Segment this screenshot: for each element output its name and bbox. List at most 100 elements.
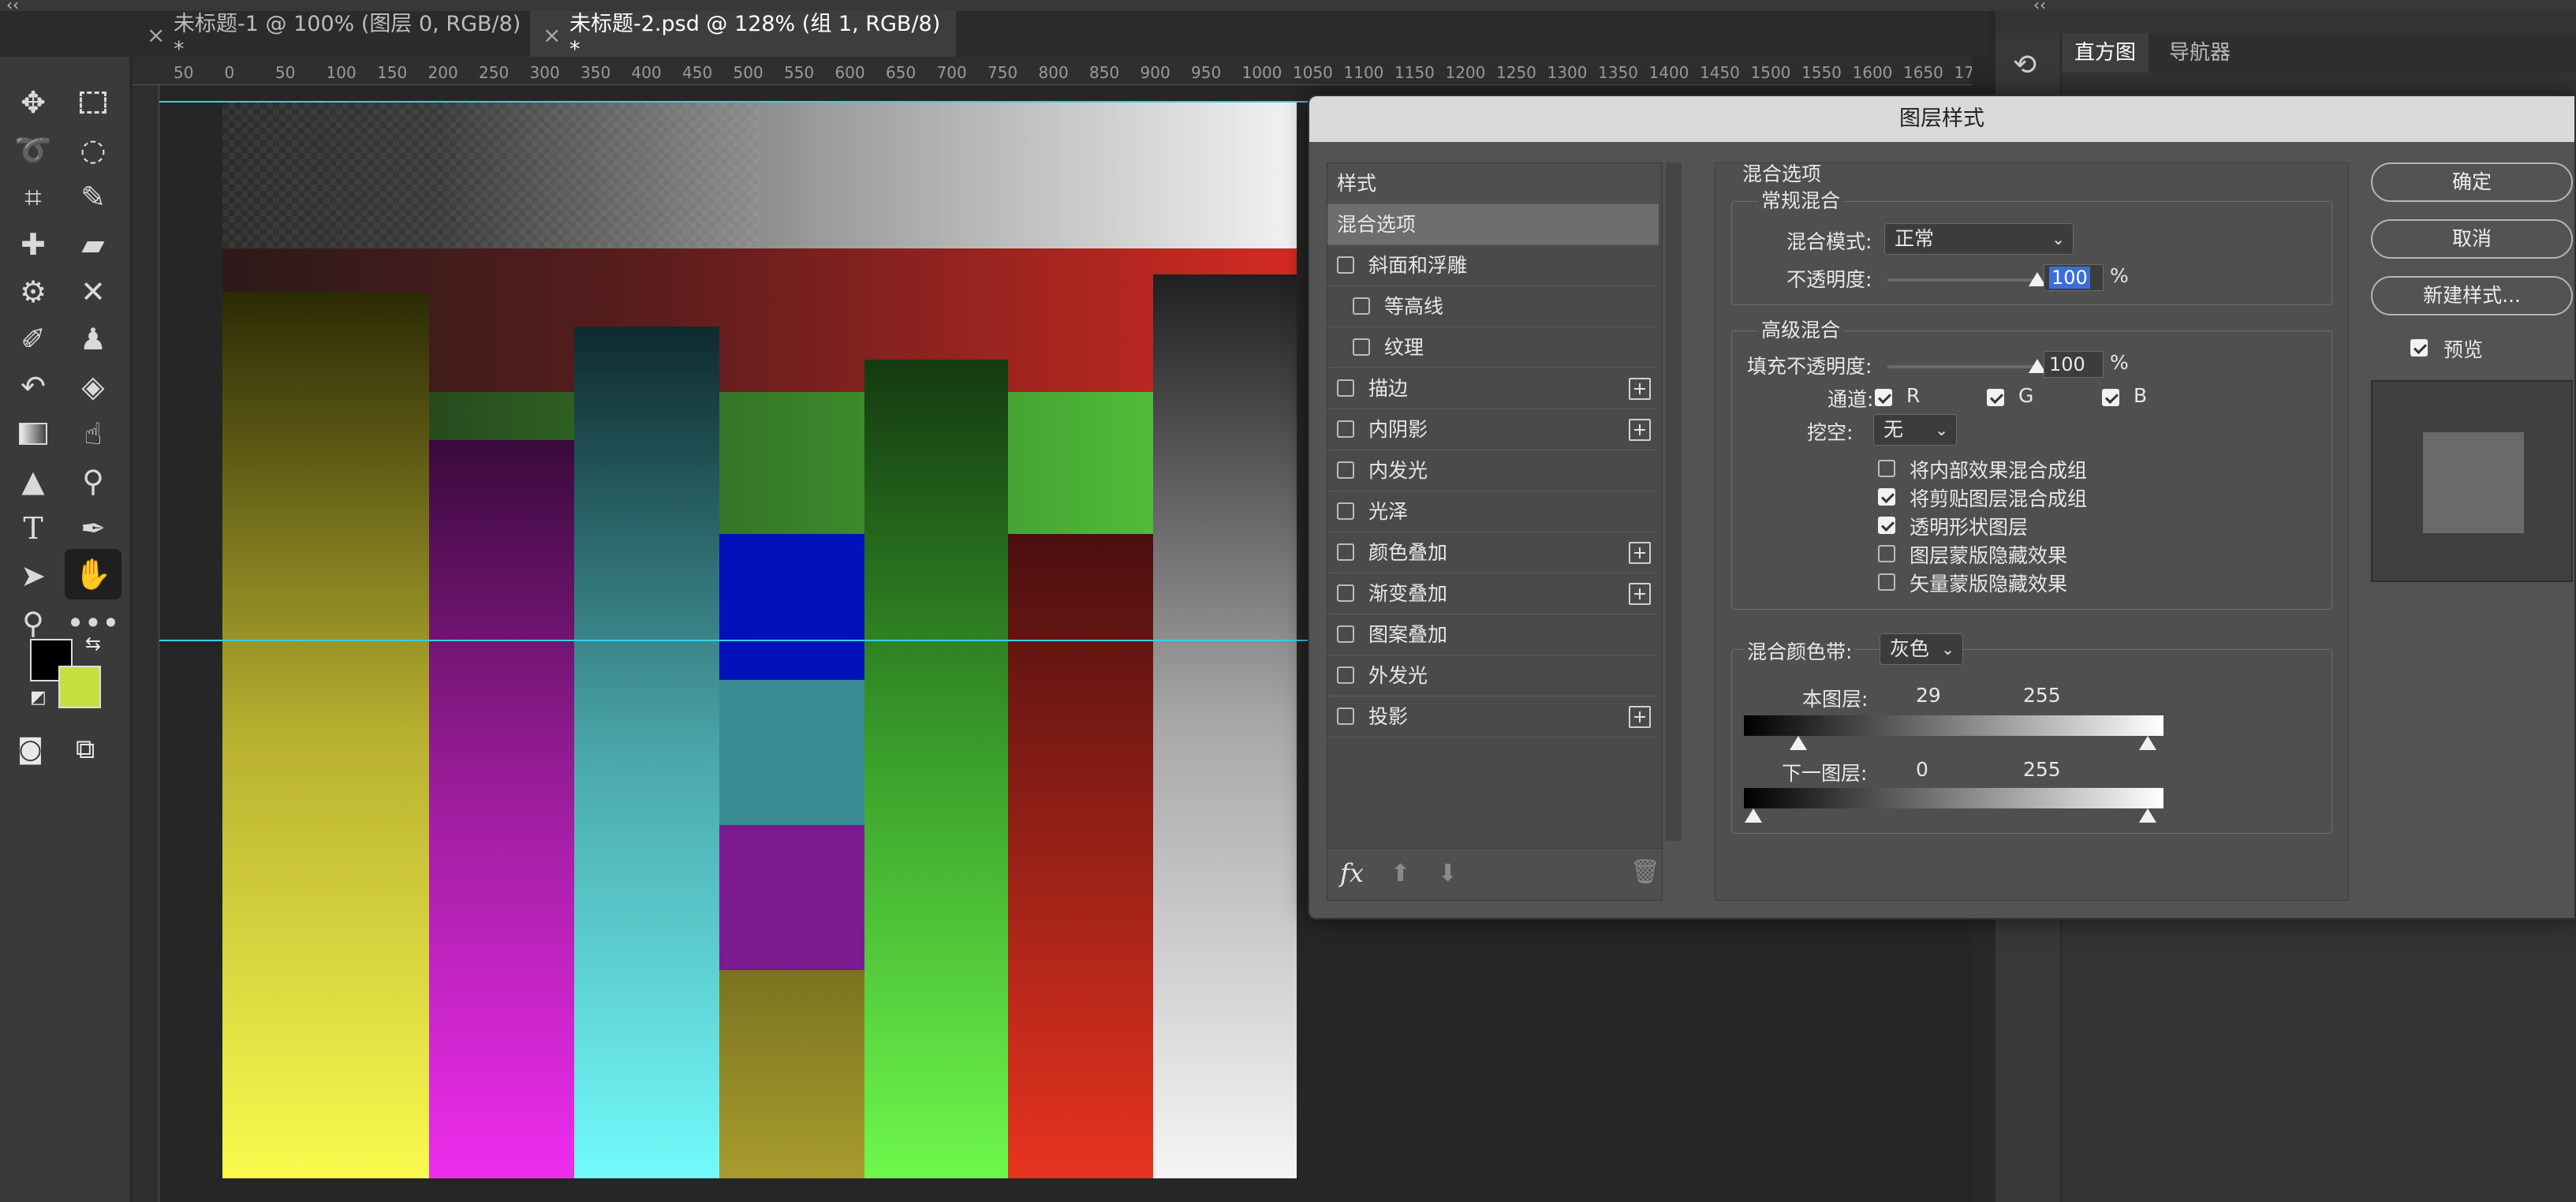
- cancel-button[interactable]: 取消: [2371, 219, 2573, 259]
- text-icon[interactable]: T: [9, 506, 57, 551]
- smudge-icon[interactable]: ☝: [69, 412, 117, 456]
- move-up-icon[interactable]: ⬆: [1391, 860, 1410, 887]
- quick-select-icon[interactable]: ◌: [69, 128, 117, 172]
- this-layer-low-value: 29: [1916, 684, 1941, 707]
- tab-untitled-1[interactable]: × 未标题-1 @ 100% (图层 0, RGB/8) *: [134, 11, 527, 62]
- add-style-icon[interactable]: [1629, 542, 1651, 564]
- preview-checkbox[interactable]: [2410, 339, 2428, 356]
- channel-b-checkbox[interactable]: [2102, 389, 2119, 406]
- style-item[interactable]: 外发光: [1327, 655, 1659, 696]
- fill-opacity-input[interactable]: 100: [2044, 351, 2104, 378]
- swap-colors-icon[interactable]: ⇆: [85, 633, 101, 655]
- opacity-slider[interactable]: [1887, 278, 2037, 282]
- pen-icon[interactable]: ✒: [69, 506, 117, 551]
- blend-mode-select[interactable]: 正常 ⌄: [1884, 223, 2074, 255]
- style-item[interactable]: 等高线: [1327, 286, 1659, 327]
- blend-option-checkbox[interactable]: [1878, 488, 1895, 506]
- eyedropper-icon[interactable]: ✎: [69, 175, 117, 219]
- history-icon[interactable]: ⟲: [2013, 49, 2037, 81]
- style-item[interactable]: 光泽: [1327, 491, 1659, 532]
- hand-icon[interactable]: ✋: [65, 549, 121, 599]
- history-brush-icon[interactable]: ↶: [9, 364, 57, 409]
- gradient-icon[interactable]: [9, 412, 57, 456]
- close-icon[interactable]: ×: [543, 22, 561, 48]
- ok-button[interactable]: 确定: [2371, 162, 2573, 202]
- style-checkbox[interactable]: [1337, 707, 1354, 725]
- style-item[interactable]: 描边: [1327, 368, 1659, 409]
- background-color-swatch[interactable]: [58, 666, 101, 708]
- style-checkbox[interactable]: [1353, 338, 1370, 356]
- fx-icon[interactable]: fx: [1340, 858, 1364, 888]
- style-checkbox[interactable]: [1353, 297, 1370, 315]
- blend-option-checkbox[interactable]: [1878, 517, 1895, 534]
- fill-opacity-slider[interactable]: [1887, 365, 2037, 368]
- add-style-icon[interactable]: [1629, 706, 1651, 728]
- move-icon[interactable]: ✥: [9, 80, 57, 125]
- crop-icon[interactable]: ⌗: [9, 175, 57, 219]
- move-down-icon[interactable]: ⬇: [1438, 860, 1458, 887]
- healing-icon[interactable]: ✚: [9, 222, 57, 267]
- add-style-icon[interactable]: [1629, 378, 1651, 400]
- blend-option-checkbox[interactable]: [1878, 460, 1895, 477]
- underlying-low-thumb[interactable]: [1745, 808, 1771, 823]
- path-select-icon[interactable]: ➤: [9, 554, 57, 598]
- underlying-high-thumb[interactable]: [2139, 808, 2165, 823]
- screen-mode-icon[interactable]: ⧉: [76, 734, 95, 765]
- channel-g-checkbox[interactable]: [1987, 389, 2004, 406]
- this-layer-low-thumb[interactable]: [1789, 736, 1816, 750]
- blur-icon[interactable]: ▲: [9, 459, 57, 503]
- close-icon[interactable]: ×: [147, 22, 165, 48]
- style-item[interactable]: 投影: [1327, 696, 1659, 737]
- tab-histogram[interactable]: 直方图: [2062, 33, 2149, 73]
- style-label: 描边: [1368, 377, 1409, 400]
- style-item[interactable]: 纹理: [1327, 327, 1659, 368]
- this-layer-high-thumb[interactable]: [2139, 736, 2165, 750]
- add-style-icon[interactable]: [1629, 583, 1651, 605]
- style-checkbox[interactable]: [1337, 666, 1354, 684]
- underlying-gradient-bar: [1744, 788, 2163, 808]
- trash-icon[interactable]: 🗑: [1630, 858, 1660, 886]
- style-item[interactable]: 内阴影: [1327, 409, 1659, 450]
- style-item[interactable]: 图案叠加: [1327, 614, 1659, 655]
- style-item[interactable]: 内发光: [1327, 450, 1659, 491]
- bg-eraser-icon[interactable]: ◈: [69, 364, 117, 409]
- quick-mask-icon[interactable]: ◙: [17, 734, 43, 765]
- blend-option-checkbox[interactable]: [1878, 545, 1895, 562]
- styles-scrollbar[interactable]: [1666, 162, 1682, 841]
- ruler-tick-label: 1000: [1241, 63, 1282, 82]
- new-style-button[interactable]: 新建样式...: [2371, 276, 2573, 315]
- knockout-select[interactable]: 无 ⌄: [1873, 414, 1957, 446]
- guide-line-top[interactable]: [159, 101, 1309, 103]
- style-item[interactable]: 斜面和浮雕: [1327, 245, 1659, 286]
- brush-icon[interactable]: ✐: [9, 317, 57, 361]
- blend-option-checkbox[interactable]: [1878, 573, 1895, 591]
- style-item[interactable]: 颜色叠加: [1327, 532, 1659, 573]
- tab-navigator[interactable]: 导航器: [2156, 33, 2243, 73]
- style-checkbox[interactable]: [1337, 461, 1354, 479]
- style-checkbox[interactable]: [1337, 502, 1354, 520]
- guide-line-middle[interactable]: [159, 640, 1309, 641]
- style-checkbox[interactable]: [1337, 420, 1354, 438]
- style-label: 斜面和浮雕: [1368, 254, 1468, 277]
- style-item[interactable]: 混合选项: [1327, 204, 1659, 245]
- style-checkbox[interactable]: [1337, 256, 1354, 274]
- channel-r-checkbox[interactable]: [1875, 389, 1892, 406]
- style-checkbox[interactable]: [1337, 625, 1354, 643]
- style-checkbox[interactable]: [1337, 379, 1354, 397]
- add-style-icon[interactable]: [1629, 419, 1651, 441]
- opacity-input[interactable]: 100: [2044, 264, 2104, 291]
- default-colors-icon[interactable]: ◩: [30, 688, 47, 707]
- style-checkbox[interactable]: [1337, 584, 1354, 602]
- stamp-icon[interactable]: ♟: [69, 317, 117, 361]
- panel-tabs: 直方图 导航器: [2062, 33, 2576, 73]
- dodge-icon[interactable]: ⚲: [69, 459, 117, 503]
- tab-untitled-2[interactable]: × 未标题-2.psd @ 128% (组 1, RGB/8) *: [530, 11, 956, 62]
- eraser-icon[interactable]: ▰: [69, 222, 117, 267]
- marquee-icon[interactable]: [69, 80, 117, 125]
- lasso-icon[interactable]: ➰: [9, 128, 57, 172]
- content-aware-icon[interactable]: ✕: [69, 270, 117, 314]
- patch-icon[interactable]: ⚙: [9, 270, 57, 314]
- style-checkbox[interactable]: [1337, 543, 1354, 561]
- style-item[interactable]: 渐变叠加: [1327, 573, 1659, 614]
- blend-if-select[interactable]: 灰色 ⌄: [1880, 633, 1963, 665]
